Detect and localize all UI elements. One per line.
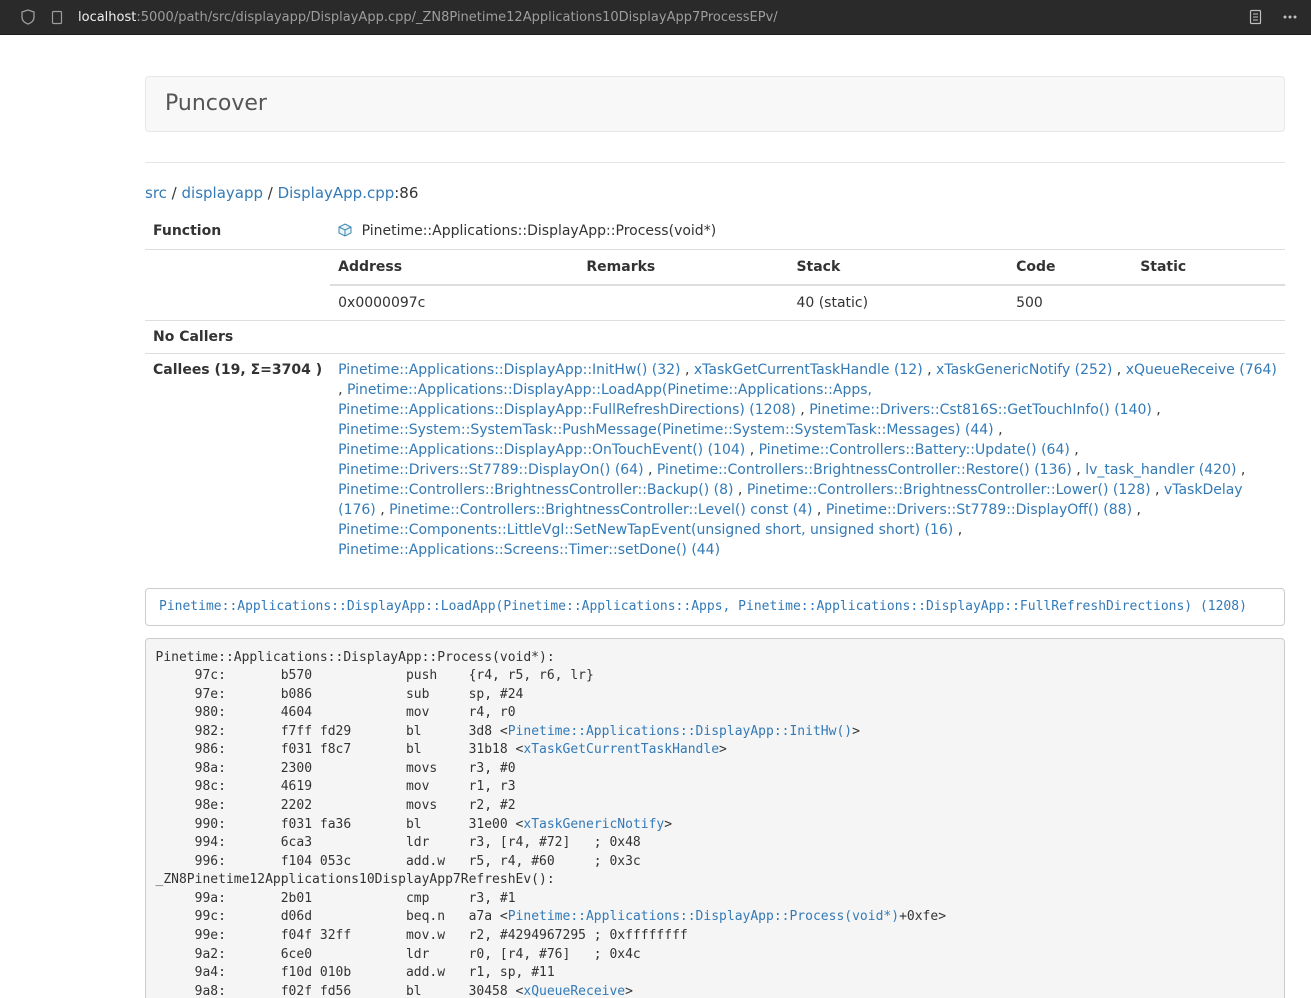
app-header: Puncover <box>145 76 1285 132</box>
cell-address: 0x0000097c <box>330 285 578 320</box>
container: Puncover src / displayapp / DisplayApp.c… <box>145 76 1285 998</box>
reader-mode-icon[interactable] <box>1248 9 1263 25</box>
page-icon <box>50 10 64 25</box>
disassembly-symbol-link[interactable]: Pinetime::Applications::DisplayApp::Init… <box>508 724 852 739</box>
callee-separator: , <box>1072 462 1085 478</box>
function-name-cell: Pinetime::Applications::DisplayApp::Proc… <box>330 215 1285 250</box>
stats-row-spacer <box>145 250 330 321</box>
callees-list: Pinetime::Applications::DisplayApp::Init… <box>330 354 1285 567</box>
divider <box>145 162 1285 163</box>
disassembly: Pinetime::Applications::DisplayApp::Proc… <box>145 638 1285 998</box>
col-static: Static <box>1132 250 1285 285</box>
callee-separator: , <box>338 382 347 398</box>
callee-link[interactable]: Pinetime::Drivers::Cst816S::GetTouchInfo… <box>809 402 1152 418</box>
col-code: Code <box>1008 250 1132 285</box>
cell-stack: 40 (static) <box>788 285 1008 320</box>
cell-static <box>1132 285 1285 320</box>
disassembly-symbol-link[interactable]: xTaskGetCurrentTaskHandle <box>523 742 719 757</box>
cell-remarks <box>578 285 788 320</box>
function-row: Function Pinetime::Applications::Display… <box>145 215 1285 250</box>
app-title[interactable]: Puncover <box>165 91 267 116</box>
highlighted-callee-box: Pinetime::Applications::DisplayApp::Load… <box>145 588 1285 626</box>
browser-chrome: localhost:5000/path/src/displayapp/Displ… <box>0 0 1311 35</box>
breadcrumb-link[interactable]: DisplayApp.cpp <box>278 184 395 202</box>
callee-link[interactable]: Pinetime::System::SystemTask::PushMessag… <box>338 422 994 438</box>
stats-row: Address Remarks Stack Code Static <box>145 250 1285 321</box>
disassembly-symbol-link[interactable]: xTaskGenericNotify <box>523 817 664 832</box>
breadcrumb-link[interactable]: src <box>145 184 167 202</box>
callee-separator: , <box>1070 442 1079 458</box>
menu-icon[interactable] <box>1281 9 1299 25</box>
stats-header-row: Address Remarks Stack Code Static <box>330 250 1285 285</box>
callee-link[interactable]: lv_task_handler (420) <box>1085 462 1236 478</box>
callee-link[interactable]: Pinetime::Applications::DisplayApp::OnTo… <box>338 442 745 458</box>
breadcrumb-line-number: :86 <box>394 184 418 202</box>
stats-cell: Address Remarks Stack Code Static <box>330 250 1285 321</box>
callee-separator: , <box>1112 362 1125 378</box>
function-symbol-icon <box>338 223 352 243</box>
stats-table: Address Remarks Stack Code Static <box>330 250 1285 320</box>
no-callers-row: No Callers <box>145 321 1285 354</box>
callee-separator: , <box>923 362 936 378</box>
callee-link[interactable]: xQueueReceive (764) <box>1126 362 1277 378</box>
page-content: Puncover src / displayapp / DisplayApp.c… <box>0 35 1311 998</box>
no-callers-cell <box>330 321 1285 354</box>
url-host: localhost <box>78 10 136 25</box>
callee-link[interactable]: Pinetime::Controllers::BrightnessControl… <box>389 502 812 518</box>
col-stack: Stack <box>788 250 1008 285</box>
function-row-label: Function <box>145 215 330 250</box>
breadcrumb-link[interactable]: displayapp <box>182 184 264 202</box>
callee-separator: , <box>994 422 1003 438</box>
callees-row: Callees (19, Σ=3704 ) Pinetime::Applicat… <box>145 354 1285 567</box>
callee-separator: , <box>644 462 657 478</box>
callees-label: Callees (19, Σ=3704 ) <box>145 354 330 567</box>
callee-separator: , <box>1132 502 1141 518</box>
callee-separator: , <box>953 522 962 538</box>
callee-link[interactable]: Pinetime::Drivers::St7789::DisplayOff() … <box>826 502 1132 518</box>
callee-link[interactable]: xTaskGetCurrentTaskHandle (12) <box>694 362 923 378</box>
callee-separator: , <box>745 442 758 458</box>
callee-link[interactable]: Pinetime::Applications::DisplayApp::Init… <box>338 362 680 378</box>
callee-link[interactable]: Pinetime::Controllers::Battery::Update()… <box>759 442 1070 458</box>
highlighted-callee-link[interactable]: Pinetime::Applications::DisplayApp::Load… <box>159 599 1247 614</box>
callee-separator: , <box>812 502 825 518</box>
breadcrumb-separator: / <box>167 184 182 202</box>
callee-separator: , <box>376 502 389 518</box>
no-callers-label: No Callers <box>145 321 330 354</box>
function-name: Pinetime::Applications::DisplayApp::Proc… <box>362 223 717 239</box>
callee-separator: , <box>681 362 694 378</box>
col-remarks: Remarks <box>578 250 788 285</box>
disassembly-symbol-link[interactable]: Pinetime::Applications::DisplayApp::Proc… <box>508 909 899 924</box>
callee-link[interactable]: Pinetime::Drivers::St7789::DisplayOn() (… <box>338 462 643 478</box>
function-table: Function Pinetime::Applications::Display… <box>145 215 1285 566</box>
callee-link[interactable]: Pinetime::Components::LittleVgl::SetNewT… <box>338 522 953 538</box>
cell-code: 500 <box>1008 285 1132 320</box>
url-bar[interactable]: localhost:5000/path/src/displayapp/Displ… <box>78 10 778 25</box>
disassembly-symbol-link[interactable]: xQueueReceive <box>523 984 625 998</box>
callee-separator: , <box>1151 482 1164 498</box>
url-path: :5000/path/src/displayapp/DisplayApp.cpp… <box>136 10 777 25</box>
callee-separator: , <box>733 482 746 498</box>
browser-window: localhost:5000/path/src/displayapp/Displ… <box>0 0 1311 998</box>
shield-icon[interactable] <box>20 9 36 25</box>
callee-link[interactable]: Pinetime::Applications::Screens::Timer::… <box>338 542 720 558</box>
callee-link[interactable]: xTaskGenericNotify (252) <box>936 362 1112 378</box>
callee-link[interactable]: Pinetime::Controllers::BrightnessControl… <box>657 462 1072 478</box>
breadcrumb: src / displayapp / DisplayApp.cpp:86 <box>145 183 1285 203</box>
col-address: Address <box>330 250 578 285</box>
callee-link[interactable]: Pinetime::Controllers::BrightnessControl… <box>747 482 1151 498</box>
callee-separator: , <box>1236 462 1245 478</box>
callee-link[interactable]: Pinetime::Applications::DisplayApp::Load… <box>338 382 872 418</box>
callee-link[interactable]: Pinetime::Controllers::BrightnessControl… <box>338 482 733 498</box>
stats-value-row: 0x0000097c 40 (static) 500 <box>330 285 1285 320</box>
callee-separator: , <box>796 402 809 418</box>
callee-separator: , <box>1152 402 1161 418</box>
breadcrumb-separator: / <box>263 184 278 202</box>
